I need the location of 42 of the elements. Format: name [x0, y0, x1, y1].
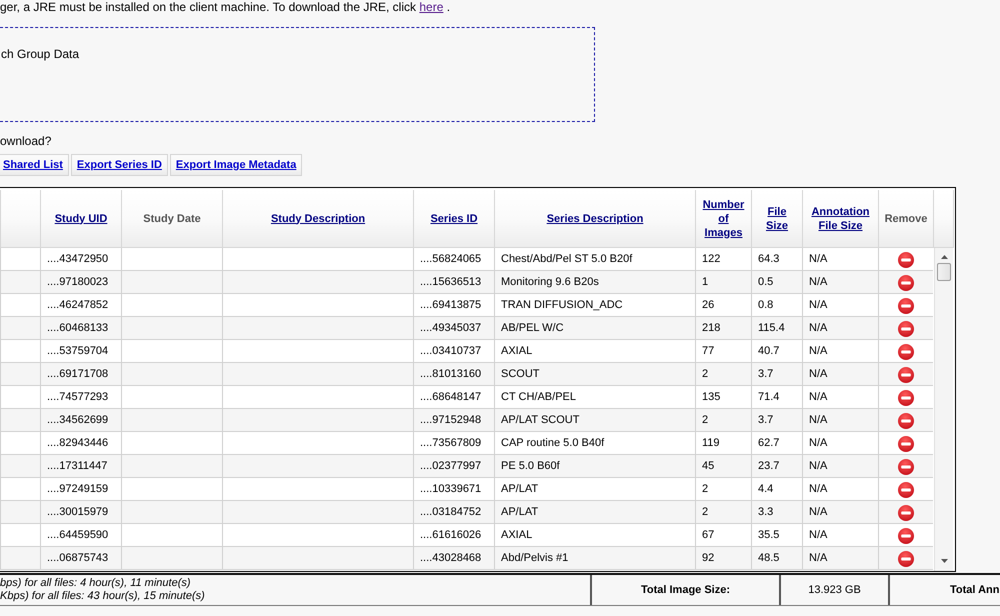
column-header: Study Date [143, 212, 201, 226]
table-cell: N/A [802, 546, 878, 570]
table-cell: Abd/Pelvis #1 [494, 546, 696, 570]
download-question: ownload? [0, 134, 52, 148]
remove-icon[interactable] [898, 321, 914, 337]
scroll-down-icon[interactable] [940, 559, 948, 563]
remove-icon[interactable] [898, 436, 914, 452]
export-button[interactable]: Shared List [0, 154, 69, 176]
column-header-link[interactable]: Study Description [270, 212, 366, 226]
total-annotation-label: Total Ann [950, 584, 1000, 596]
remove-icon[interactable] [898, 298, 914, 314]
transfer-time-text: Kbps) for all files: 43 hour(s), 15 minute(s) [0, 590, 206, 603]
table-cell: 48.5 [752, 546, 802, 570]
remove-icon[interactable] [898, 344, 914, 360]
remove-icon[interactable] [898, 505, 914, 521]
table-cell: ....06875743 [40, 546, 122, 570]
notice-text: ger, a JRE must be installed on the client machine. To download the JRE, click here . [0, 0, 452, 14]
remove-icon[interactable] [898, 551, 914, 567]
remove-icon[interactable] [898, 413, 914, 429]
remove-icon[interactable] [898, 459, 914, 475]
remove-icon[interactable] [898, 528, 914, 544]
total-image-size-label: Total Image Size: [640, 584, 730, 596]
column-header-link[interactable]: Study UID [54, 212, 108, 226]
here-link[interactable]: here [419, 0, 444, 14]
export-button[interactable]: Export Image Metadata [170, 154, 302, 176]
remove-icon[interactable] [898, 367, 914, 383]
remove-icon[interactable] [898, 482, 914, 498]
column-header-link[interactable]: Series Description [546, 212, 644, 226]
scrollbar[interactable] [934, 248, 953, 571]
export-button[interactable]: Export Series ID [70, 154, 168, 176]
scrollbar-thumb[interactable] [937, 263, 951, 281]
table-cell: ....43028468 [414, 546, 494, 570]
total-image-size-value: 13.923 GB [808, 584, 861, 596]
column-header: Remove [884, 212, 928, 226]
scroll-up-icon[interactable] [940, 255, 948, 259]
remove-icon[interactable] [898, 252, 914, 268]
column-header-link[interactable]: Series ID [430, 212, 478, 226]
group-label: ch Group Data [1, 47, 80, 61]
remove-icon[interactable] [898, 275, 914, 291]
transfer-time-text: bps) for all files: 4 hour(s), 11 minute(s) [0, 577, 192, 590]
table-cell: 92 [696, 546, 752, 570]
remove-icon[interactable] [898, 390, 914, 406]
